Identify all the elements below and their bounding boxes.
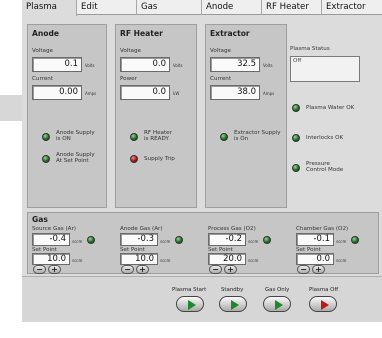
source-gas-setpoint[interactable]: 10.0 bbox=[32, 253, 70, 265]
chamber-gas-unit: sccm bbox=[336, 239, 347, 244]
anode-gas-value: -0.3 bbox=[120, 233, 158, 246]
play-icon bbox=[275, 300, 283, 310]
extractor-supply-led bbox=[220, 133, 228, 141]
anode-panel: Anode Voltage 0.1 Volts Current 0.00 Amp… bbox=[27, 24, 107, 208]
process-gas-value: -0.2 bbox=[208, 233, 246, 246]
interlocks-ok-text: Interlocks OK bbox=[306, 135, 344, 141]
process-gas-label: Process Gas (O2) bbox=[208, 226, 256, 232]
rf-supply-trip-text: Supply Trip bbox=[144, 156, 175, 162]
anode-current-unit: Amps bbox=[85, 91, 97, 96]
tab-rf-heater[interactable]: RF Heater bbox=[262, 0, 322, 15]
plasma-off-label: Plasma Off bbox=[309, 287, 339, 293]
rf-voltage-label: Voltage bbox=[120, 48, 141, 54]
anode-current-field: 0.00 bbox=[32, 85, 82, 100]
anode-current-label: Current bbox=[32, 76, 54, 82]
plasma-status-label: Plasma Status bbox=[290, 46, 330, 52]
chamber-gas-sp-unit: sccm bbox=[336, 258, 347, 263]
source-gas-sp-unit: sccm bbox=[72, 258, 83, 263]
anode-gas-sp-unit: sccm bbox=[160, 258, 171, 263]
extractor-current-unit: Amps bbox=[263, 91, 275, 96]
process-gas-led bbox=[263, 236, 271, 244]
source-gas-unit: sccm bbox=[72, 239, 83, 244]
source-gas-plus-button[interactable]: + bbox=[48, 265, 61, 274]
anode-setpoint-led bbox=[42, 155, 50, 163]
anode-gas-label: Anode Gas (Ar) bbox=[120, 226, 163, 232]
pressure-control-led bbox=[292, 164, 300, 172]
anode-voltage-unit: Volts bbox=[85, 63, 95, 68]
process-gas-setpoint[interactable]: 20.0 bbox=[208, 253, 246, 265]
anode-gas-minus-button[interactable]: − bbox=[121, 265, 134, 274]
rf-power-unit: kW bbox=[173, 91, 180, 96]
interlocks-ok-led bbox=[292, 134, 300, 142]
rf-supply-trip-led bbox=[130, 155, 138, 163]
source-gas-minus-button[interactable]: − bbox=[33, 265, 46, 274]
rf-power-label: Power bbox=[120, 76, 137, 82]
extractor-voltage-label: Voltage bbox=[210, 48, 231, 54]
extractor-voltage-field: 32.5 bbox=[210, 57, 260, 72]
tab-gas[interactable]: Gas bbox=[137, 0, 202, 15]
anode-gas-setpoint[interactable]: 10.0 bbox=[120, 253, 158, 265]
tab-anode[interactable]: Anode bbox=[202, 0, 262, 15]
tab-extractor[interactable]: Extractor bbox=[322, 0, 382, 15]
tab-plasma[interactable]: Plasma bbox=[22, 0, 77, 16]
stop-icon bbox=[321, 300, 329, 310]
rf-ready-led bbox=[130, 133, 138, 141]
extractor-voltage-unit: Volts bbox=[263, 63, 273, 68]
rf-power-field: 0.0 bbox=[120, 85, 170, 100]
gas-only-button[interactable] bbox=[263, 296, 291, 312]
chamber-gas-led bbox=[351, 236, 359, 244]
tab-edit[interactable]: Edit bbox=[77, 0, 137, 15]
left-side-strip bbox=[0, 95, 22, 121]
gas-panel: Gas Source Gas (Ar) -0.4 sccm Set Point … bbox=[27, 212, 379, 274]
pressure-control-text: Pressure Control Mode bbox=[306, 161, 344, 174]
anode-gas-plus-button[interactable]: + bbox=[136, 265, 149, 274]
standby-label: Standby bbox=[221, 287, 244, 293]
anode-gas-unit: sccm bbox=[160, 239, 171, 244]
plasma-start-button[interactable] bbox=[176, 296, 204, 312]
anode-supply-on-led bbox=[42, 133, 50, 141]
action-bar: Plasma Start Standby Gas Only Plasma Off bbox=[22, 276, 382, 322]
rf-voltage-field: 0.0 bbox=[120, 57, 170, 72]
extractor-title: Extractor bbox=[210, 29, 250, 38]
plasma-start-label: Plasma Start bbox=[172, 287, 207, 293]
rf-title: RF Heater bbox=[120, 29, 163, 38]
anode-gas-led bbox=[175, 236, 183, 244]
extractor-current-label: Current bbox=[210, 76, 232, 82]
source-gas-led bbox=[87, 236, 95, 244]
plasma-off-button[interactable] bbox=[309, 296, 337, 312]
process-gas-sp-unit: sccm bbox=[248, 258, 259, 263]
gas-only-label: Gas Only bbox=[265, 287, 290, 293]
anode-voltage-label: Voltage bbox=[32, 48, 53, 54]
play-icon bbox=[188, 300, 196, 310]
chamber-gas-label: Chamber Gas (O2) bbox=[296, 226, 349, 232]
chamber-gas-value: -0.1 bbox=[296, 233, 334, 246]
rf-voltage-unit: Volts bbox=[173, 63, 183, 68]
anode-voltage-field: 0.1 bbox=[32, 57, 82, 72]
extractor-current-field: 38.0 bbox=[210, 85, 260, 100]
chamber-gas-setpoint[interactable]: 0.0 bbox=[296, 253, 334, 265]
play-icon bbox=[231, 300, 239, 310]
tab-bar: Plasma Edit Gas Anode RF Heater Extracto… bbox=[22, 0, 382, 16]
gas-title: Gas bbox=[32, 215, 48, 224]
source-gas-value: -0.4 bbox=[32, 233, 70, 246]
plasma-status-box: Off bbox=[290, 56, 360, 82]
extractor-panel: Extractor Voltage 32.5 Volts Current 38.… bbox=[205, 24, 287, 208]
chamber-gas-plus-button[interactable]: + bbox=[312, 265, 325, 274]
plasma-water-ok-text: Plasma Water OK bbox=[306, 105, 355, 111]
process-gas-plus-button[interactable]: + bbox=[224, 265, 237, 274]
chamber-gas-minus-button[interactable]: − bbox=[297, 265, 310, 274]
process-gas-unit: sccm bbox=[248, 239, 259, 244]
standby-button[interactable] bbox=[219, 296, 247, 312]
anode-supply-on-text: Anode Supply is ON bbox=[56, 130, 95, 143]
rf-heater-panel: RF Heater Voltage 0.0 Volts Power 0.0 kW… bbox=[115, 24, 197, 208]
extractor-supply-text: Extractor Supply is On bbox=[234, 130, 281, 143]
plasma-control-window: Plasma Edit Gas Anode RF Heater Extracto… bbox=[22, 0, 382, 322]
rf-ready-text: RF Heater is READY bbox=[144, 130, 172, 143]
plasma-water-ok-led bbox=[292, 104, 300, 112]
process-gas-minus-button[interactable]: − bbox=[209, 265, 222, 274]
anode-title: Anode bbox=[32, 29, 60, 38]
anode-setpoint-text: Anode Supply At Set Point bbox=[56, 152, 95, 165]
source-gas-label: Source Gas (Ar) bbox=[32, 226, 76, 232]
